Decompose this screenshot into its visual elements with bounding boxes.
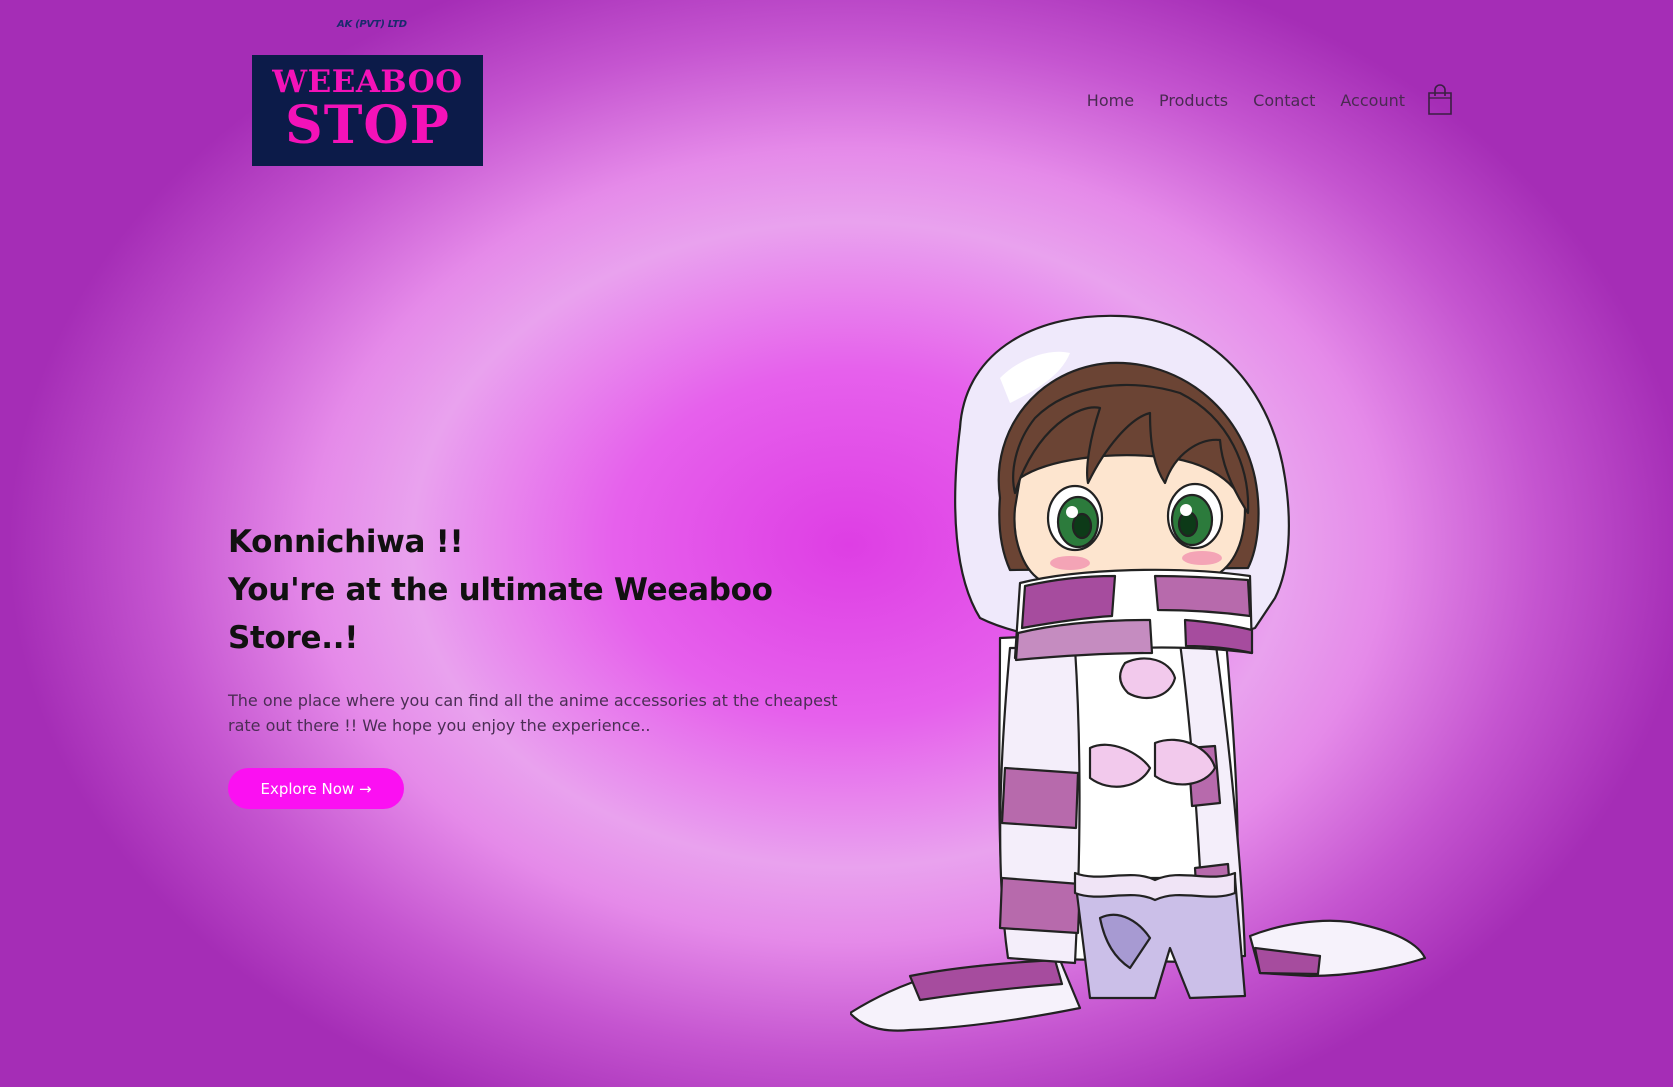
logo-text-top: WEEABOO [272, 64, 463, 100]
nav-home[interactable]: Home [1087, 91, 1134, 110]
hero-title-line-3: Store..! [228, 620, 359, 656]
nav-account[interactable]: Account [1340, 91, 1405, 110]
brand-tagline: AK (PVT) LTD [337, 19, 407, 30]
hero-title: Konnichiwa !! You're at the ultimate Wee… [228, 518, 848, 662]
hero-title-line-2: You're at the ultimate Weeaboo [228, 572, 773, 608]
chibi-character-illustration [850, 314, 1427, 1032]
shopping-bag-icon[interactable] [1427, 84, 1453, 116]
site-logo[interactable]: WEEABOO STOP [252, 55, 483, 166]
explore-now-button[interactable]: Explore Now → [228, 768, 404, 809]
nav-products[interactable]: Products [1159, 91, 1228, 110]
logo-text-bottom: STOP [285, 95, 450, 156]
hero-description: The one place where you can find all the… [228, 691, 838, 735]
nav-contact[interactable]: Contact [1253, 91, 1315, 110]
hero-title-line-1: Konnichiwa !! [228, 524, 464, 560]
main-nav: Home Products Contact Account [1062, 84, 1453, 116]
